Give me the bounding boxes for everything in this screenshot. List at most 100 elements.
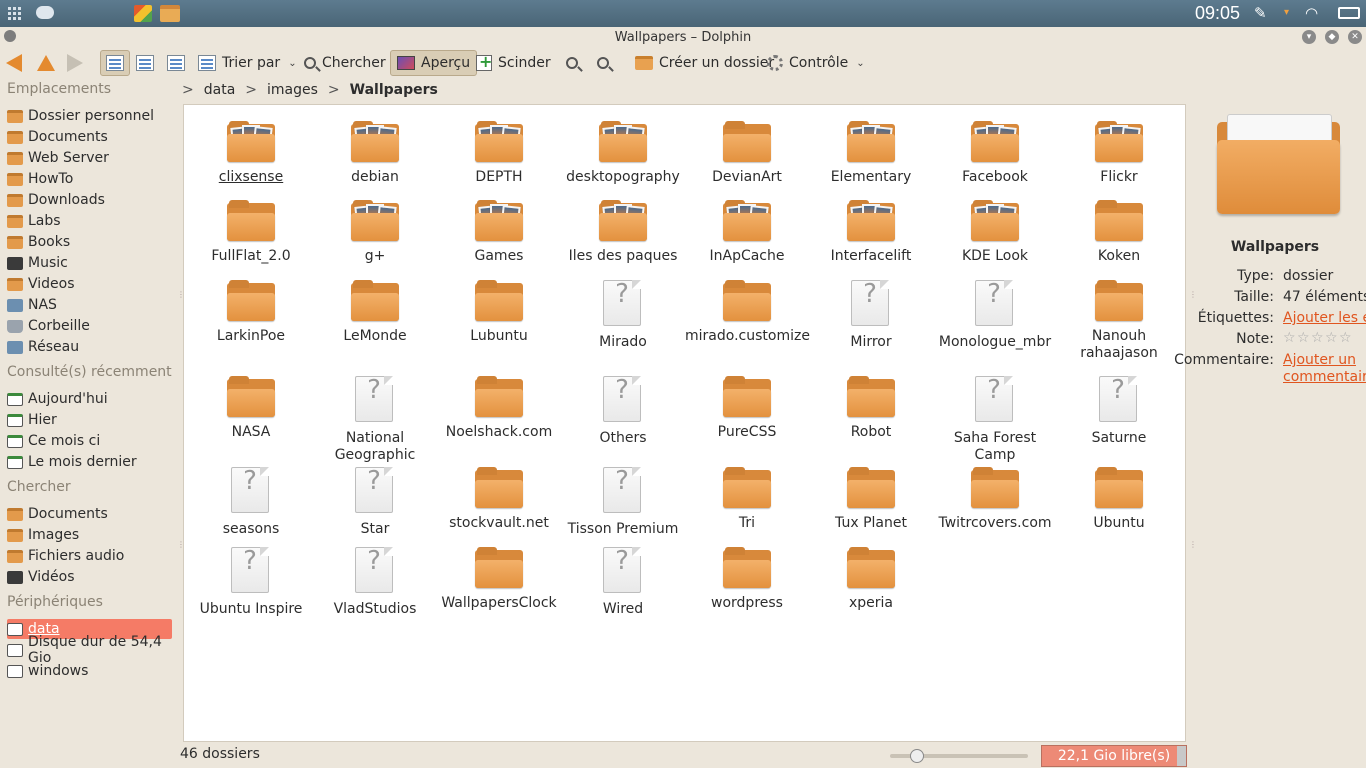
file-item[interactable]: DevianArt xyxy=(685,121,809,186)
sidebar-item-music[interactable]: Music xyxy=(7,253,172,273)
add-comment-link[interactable]: Ajouter un xyxy=(1283,352,1356,368)
sort-button[interactable]: Trier par ⌄ xyxy=(198,50,297,76)
sidebar-splitter-handle[interactable]: ⋮ xyxy=(177,540,185,549)
compact-view-button[interactable] xyxy=(136,50,154,76)
notification-dropdown-icon[interactable]: ▾ xyxy=(1284,5,1289,21)
zoom-slider[interactable] xyxy=(890,749,1028,763)
file-item[interactable]: ? VladStudios xyxy=(313,547,437,618)
breadcrumb-item[interactable]: data xyxy=(204,82,236,98)
file-manager-app-icon[interactable] xyxy=(160,5,180,22)
file-item[interactable]: ? National Geographic xyxy=(313,376,437,464)
file-item[interactable]: ? Mirror xyxy=(809,280,933,351)
split-button[interactable]: Scinder xyxy=(476,50,551,76)
breadcrumb-current[interactable]: Wallpapers xyxy=(350,82,438,98)
file-item[interactable]: InApCache xyxy=(685,200,809,265)
file-item[interactable]: Koken xyxy=(1057,200,1181,265)
edit-note-icon[interactable]: ✎ xyxy=(1254,5,1267,21)
file-item[interactable]: g+ xyxy=(313,200,437,265)
file-item[interactable]: debian xyxy=(313,121,437,186)
file-item[interactable]: ? Ubuntu Inspire xyxy=(189,547,313,618)
forward-button[interactable] xyxy=(67,50,83,76)
browser-app-icon[interactable] xyxy=(134,5,152,22)
free-space-indicator[interactable]: 22,1 Gio libre(s) xyxy=(1041,745,1187,767)
sidebar-item-videos[interactable]: Videos xyxy=(7,274,172,294)
file-item[interactable]: desktopography xyxy=(561,121,685,186)
zoom-slider-handle[interactable] xyxy=(910,749,924,763)
file-item[interactable]: Interfacelift xyxy=(809,200,933,265)
file-item[interactable]: Facebook xyxy=(933,121,1057,186)
info-splitter-handle[interactable]: ⋮ xyxy=(1189,540,1197,549)
sidebar-item-le-mois-dernier[interactable]: Le mois dernier xyxy=(7,452,172,472)
sidebar-item-dossier-personnel[interactable]: Dossier personnel xyxy=(7,106,172,126)
file-item[interactable]: ? Others xyxy=(561,376,685,447)
sidebar-item-downloads[interactable]: Downloads xyxy=(7,190,172,210)
minimize-icon[interactable]: ▾ xyxy=(1302,30,1316,44)
sidebar-item-nas[interactable]: NAS xyxy=(7,295,172,315)
file-item[interactable]: xperia xyxy=(809,547,933,612)
file-item[interactable]: Tri xyxy=(685,467,809,532)
file-item[interactable]: ? Wired xyxy=(561,547,685,618)
sidebar-item-documents[interactable]: Documents xyxy=(7,127,172,147)
sidebar-item-ce-mois-ci[interactable]: Ce mois ci xyxy=(7,431,172,451)
file-item[interactable]: ? Monologue_mbr xyxy=(933,280,1057,351)
file-item[interactable]: ? Mirado xyxy=(561,280,685,351)
sidebar-item-hier[interactable]: Hier xyxy=(7,410,172,430)
back-button[interactable] xyxy=(6,50,22,76)
star-icon[interactable]: ☆ xyxy=(1325,331,1338,345)
star-icon[interactable]: ☆ xyxy=(1283,331,1296,345)
add-comment-link[interactable]: commentaire. xyxy=(1283,369,1366,385)
sidebar-item-web-server[interactable]: Web Server xyxy=(7,148,172,168)
chat-icon[interactable] xyxy=(36,6,54,19)
sidebar-item-windows[interactable]: windows xyxy=(7,661,172,681)
info-splitter-handle[interactable]: ⋮ xyxy=(1189,290,1197,299)
app-launcher-icon[interactable] xyxy=(8,7,22,21)
star-icon[interactable]: ☆ xyxy=(1339,331,1352,345)
file-item[interactable]: Flickr xyxy=(1057,121,1181,186)
file-item[interactable]: ? seasons xyxy=(189,467,313,538)
sidebar-item-r-seau[interactable]: Réseau xyxy=(7,337,172,357)
file-item[interactable]: mirado.customize xyxy=(685,280,810,345)
file-item[interactable]: wordpress xyxy=(685,547,809,612)
breadcrumb-item[interactable]: images xyxy=(267,82,318,98)
sidebar-item-vid-os[interactable]: Vidéos xyxy=(7,567,172,587)
rating-stars[interactable]: ☆ ☆ ☆ ☆ ☆ xyxy=(1283,331,1352,345)
icons-view-button[interactable] xyxy=(100,50,130,76)
file-item[interactable]: NASA xyxy=(189,376,313,441)
file-item[interactable]: ? Saha Forest Camp xyxy=(933,376,1057,464)
sidebar-item-aujourd-hui[interactable]: Aujourd'hui xyxy=(7,389,172,409)
file-item[interactable]: Tux Planet xyxy=(809,467,933,532)
star-icon[interactable]: ☆ xyxy=(1311,331,1324,345)
zoom-in-button[interactable] xyxy=(597,50,609,76)
sidebar-item-images[interactable]: Images xyxy=(7,525,172,545)
sidebar-item-documents[interactable]: Documents xyxy=(7,504,172,524)
file-item[interactable]: ? Star xyxy=(313,467,437,538)
file-item[interactable]: Games xyxy=(437,200,561,265)
file-item[interactable]: LarkinPoe xyxy=(189,280,313,345)
preview-button[interactable]: Aperçu xyxy=(390,50,478,76)
details-view-button[interactable] xyxy=(167,50,185,76)
file-item[interactable]: PureCSS xyxy=(685,376,809,441)
file-item[interactable]: Noelshack.com xyxy=(437,376,561,441)
battery-icon[interactable] xyxy=(1338,7,1360,19)
sidebar-item-disque-dur-de-54-4-gio[interactable]: Disque dur de 54,4 Gio xyxy=(7,634,172,666)
sidebar-splitter-handle[interactable]: ⋮ xyxy=(177,290,185,299)
file-item[interactable]: Ubuntu xyxy=(1057,467,1181,532)
clock[interactable]: 09:05 xyxy=(1195,3,1240,24)
file-item[interactable]: Lubuntu xyxy=(437,280,561,345)
close-icon[interactable]: ✕ xyxy=(1348,30,1362,44)
file-item[interactable]: WallpapersClock xyxy=(437,547,561,612)
file-item[interactable]: Twitrcovers.com xyxy=(933,467,1057,532)
sidebar-item-books[interactable]: Books xyxy=(7,232,172,252)
file-item[interactable]: clixsense xyxy=(189,121,313,186)
network-icon[interactable]: ◠ xyxy=(1305,5,1318,21)
file-item[interactable]: stockvault.net xyxy=(437,467,561,532)
sidebar-item-labs[interactable]: Labs xyxy=(7,211,172,231)
zoom-out-button[interactable] xyxy=(566,50,578,76)
add-tags-link[interactable]: Ajouter les éti xyxy=(1283,310,1366,326)
file-item[interactable]: LeMonde xyxy=(313,280,437,345)
file-item[interactable]: Robot xyxy=(809,376,933,441)
file-item[interactable]: Nanouh rahaajason xyxy=(1057,280,1181,362)
file-item[interactable]: DEPTH xyxy=(437,121,561,186)
maximize-icon[interactable]: ◆ xyxy=(1325,30,1339,44)
search-button[interactable]: Chercher xyxy=(304,50,386,76)
